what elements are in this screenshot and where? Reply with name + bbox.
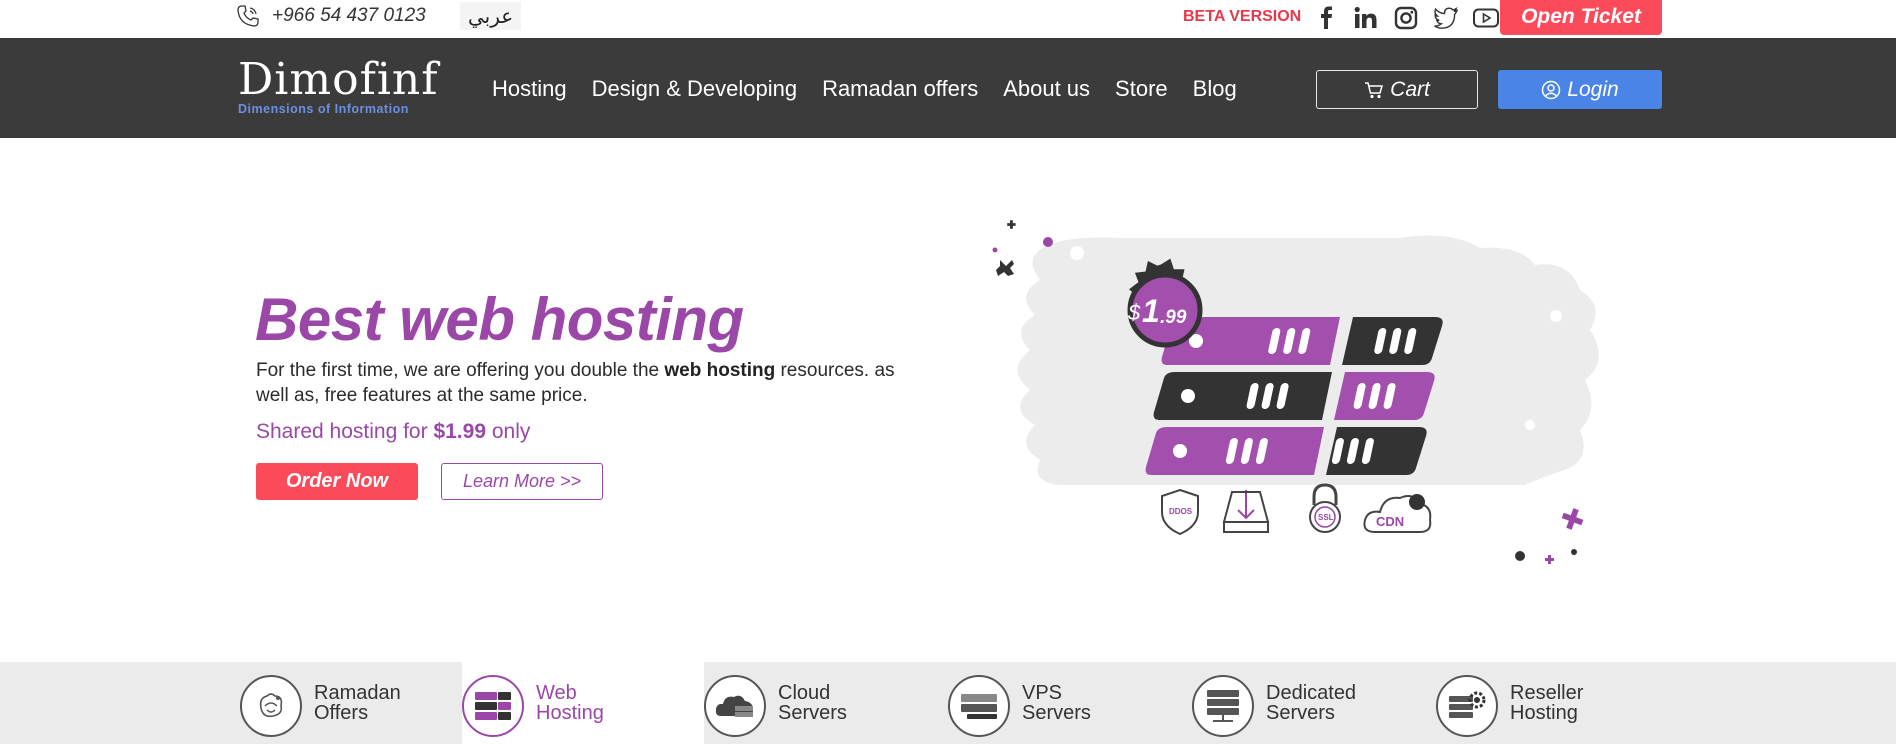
hero-desc-text: For the first time, we are offering you … bbox=[256, 360, 665, 381]
server-rack-icon bbox=[462, 675, 524, 737]
linkedin-icon[interactable] bbox=[1352, 4, 1380, 32]
tab-ramadan-offers[interactable]: Ramadan Offers bbox=[240, 662, 482, 744]
gift-icon bbox=[240, 675, 302, 737]
menu-item-hosting[interactable]: Hosting bbox=[492, 76, 567, 102]
hero-title: Best web hosting bbox=[255, 286, 744, 353]
price-prefix: Shared hosting for bbox=[256, 420, 434, 443]
hero-description: For the first time, we are offering you … bbox=[256, 358, 916, 408]
social-links bbox=[1312, 4, 1500, 32]
tab-label-2: Servers bbox=[1022, 702, 1091, 724]
hosting-tabs: Ramadan Offers Web Hosting Cloud Servers VP… bbox=[0, 662, 1896, 744]
menu-item-ramadan[interactable]: Ramadan offers bbox=[822, 76, 978, 102]
cart-label: Cart bbox=[1390, 77, 1430, 101]
cdn-label: CDN bbox=[1376, 514, 1404, 529]
tab-label-1: VPS bbox=[1022, 682, 1063, 704]
tab-vps-servers[interactable]: VPS Servers bbox=[948, 662, 1190, 744]
instagram-icon[interactable] bbox=[1392, 4, 1420, 32]
decor-dot bbox=[1515, 551, 1525, 561]
logo-text: Dimofinf bbox=[238, 54, 439, 105]
tab-label-1: Reseller bbox=[1510, 682, 1584, 704]
tab-label-1: Cloud bbox=[778, 682, 831, 704]
open-ticket-button[interactable]: Open Ticket bbox=[1500, 0, 1662, 35]
cart-button[interactable]: Cart bbox=[1316, 70, 1478, 109]
server-row-1 bbox=[1161, 317, 1443, 365]
learn-more-button[interactable]: Learn More >> bbox=[441, 463, 603, 500]
tab-label-1: Web bbox=[536, 682, 577, 704]
download-drive-icon bbox=[1222, 490, 1270, 533]
twitter-icon[interactable] bbox=[1432, 4, 1460, 32]
main-navbar: Dimofinf Dimensions of Information Hosti… bbox=[0, 38, 1896, 138]
badge-main: 1 bbox=[1142, 293, 1160, 329]
menu-item-design[interactable]: Design & Developing bbox=[592, 76, 797, 102]
ddos-label: DDOS bbox=[1169, 507, 1193, 516]
server-row-3 bbox=[1145, 427, 1427, 475]
facebook-icon[interactable] bbox=[1312, 4, 1340, 32]
hero-desc-bold: web hosting bbox=[664, 360, 776, 381]
menu-item-blog[interactable]: Blog bbox=[1193, 76, 1237, 102]
logo[interactable]: Dimofinf Dimensions of Information bbox=[238, 56, 438, 126]
decor-cross bbox=[996, 260, 1014, 276]
tab-label-2: Hosting bbox=[536, 702, 604, 724]
hosting-illustration: $ 1 .99 DDOS SSL CDN bbox=[992, 220, 1599, 564]
badge-cents: .99 bbox=[1160, 307, 1187, 328]
login-label: Login bbox=[1567, 77, 1619, 101]
tab-label-1: Dedicated bbox=[1266, 682, 1357, 704]
phone-contact[interactable]: +966 54 437 0123 bbox=[236, 4, 426, 28]
decor-cross bbox=[1561, 508, 1584, 530]
price-suffix: only bbox=[486, 420, 531, 443]
reseller-gear-icon bbox=[1436, 675, 1498, 737]
ssl-lock-icon: SSL bbox=[1309, 483, 1341, 533]
tab-label-2: Servers bbox=[778, 702, 847, 724]
tab-reseller-hosting[interactable]: Reseller Hosting bbox=[1436, 662, 1678, 744]
tab-label-2: Hosting bbox=[1510, 702, 1578, 724]
logo-tagline: Dimensions of Information bbox=[238, 102, 409, 116]
language-switch[interactable]: عربي bbox=[460, 2, 522, 30]
decor-cross bbox=[1007, 220, 1016, 229]
ssl-label: SSL bbox=[1318, 513, 1334, 522]
user-icon bbox=[1542, 80, 1561, 99]
ddos-shield-icon: DDOS bbox=[1161, 488, 1199, 536]
dedicated-server-icon bbox=[1192, 675, 1254, 737]
order-now-button[interactable]: Order Now bbox=[256, 463, 418, 500]
decor-dot bbox=[1571, 549, 1577, 555]
tab-dedicated-servers[interactable]: Dedicated Servers bbox=[1192, 662, 1434, 744]
decor-dot bbox=[1043, 237, 1053, 247]
menu-item-store[interactable]: Store bbox=[1115, 76, 1168, 102]
phone-icon bbox=[237, 5, 259, 27]
login-button[interactable]: Login bbox=[1498, 70, 1662, 109]
phone-number: +966 54 437 0123 bbox=[272, 5, 426, 26]
cdn-cloud-icon: CDN bbox=[1363, 494, 1432, 533]
price-value: $1.99 bbox=[433, 420, 487, 443]
decor-dot bbox=[992, 247, 998, 253]
tab-label-1: Ramadan bbox=[314, 682, 401, 704]
tab-label-2: Servers bbox=[1266, 702, 1335, 724]
cart-icon bbox=[1365, 81, 1384, 98]
tab-web-hosting[interactable]: Web Hosting bbox=[462, 662, 704, 744]
server-row-2 bbox=[1153, 372, 1435, 420]
beta-label: BETA VERSION bbox=[1183, 8, 1302, 25]
cloud-server-icon bbox=[704, 675, 766, 737]
tab-cloud-servers[interactable]: Cloud Servers bbox=[704, 662, 946, 744]
menu-item-about[interactable]: About us bbox=[1003, 76, 1090, 102]
decor-cross bbox=[1545, 555, 1554, 564]
badge-dollar: $ bbox=[1127, 300, 1141, 325]
youtube-icon[interactable] bbox=[1472, 4, 1500, 32]
main-menu: Hosting Design & Developing Ramadan offe… bbox=[492, 76, 1237, 102]
vps-server-icon bbox=[948, 675, 1010, 737]
top-bar: +966 54 437 0123 عربي BETA VERSION Open … bbox=[0, 0, 1896, 38]
hero-price-line: Shared hosting for $1.99 only bbox=[256, 420, 530, 444]
tab-label-2: Offers bbox=[314, 702, 369, 724]
